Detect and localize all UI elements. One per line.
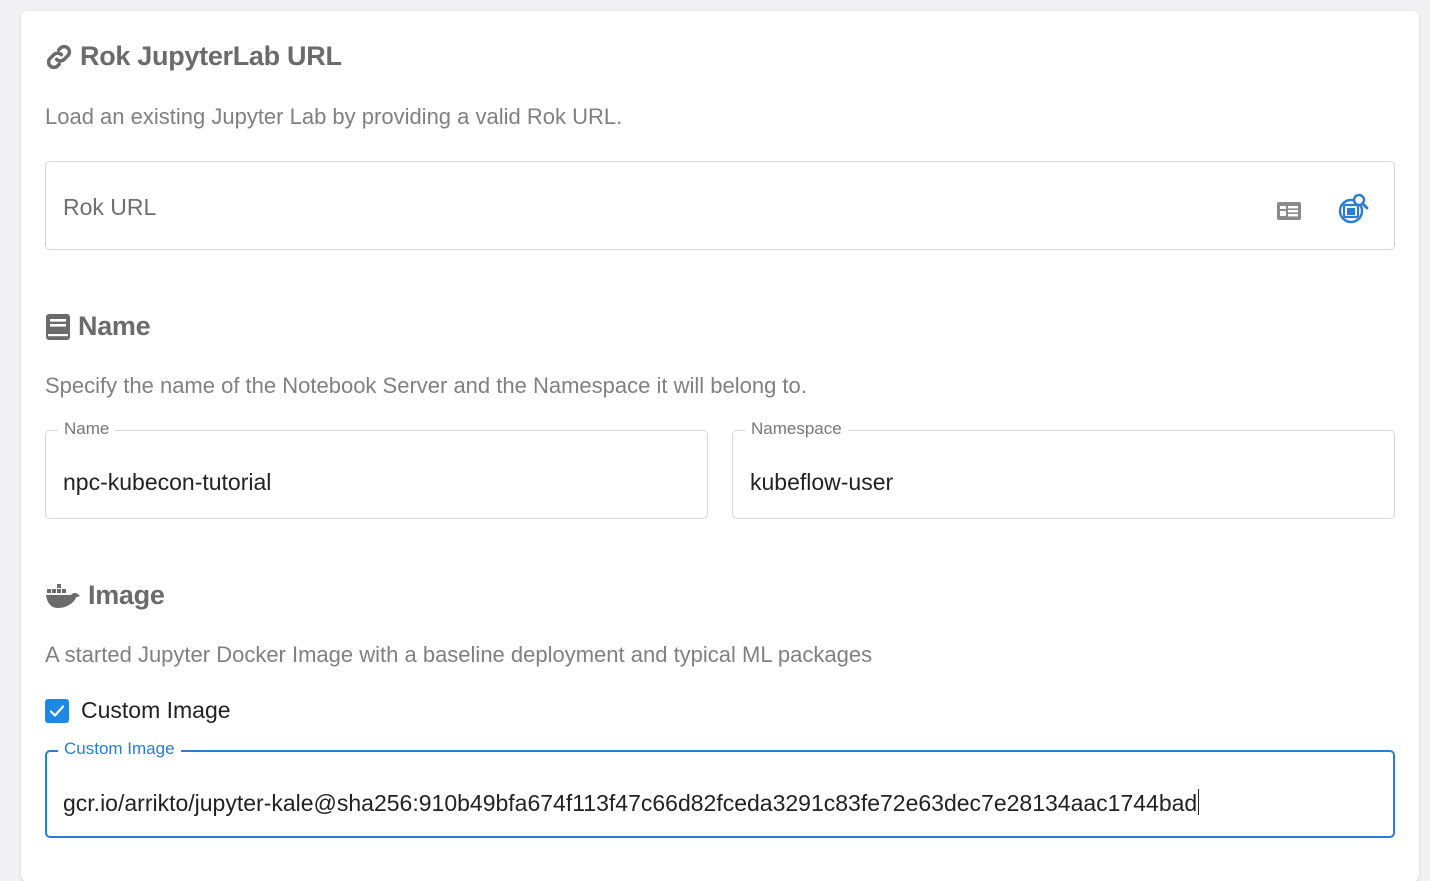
name-field[interactable]: Name npc-kubecon-tutorial	[45, 419, 708, 519]
name-section-description: Specify the name of the Notebook Server …	[45, 373, 807, 398]
name-field-value: npc-kubecon-tutorial	[63, 469, 272, 495]
text-cursor	[1198, 789, 1200, 815]
image-section-description: A started Jupyter Docker Image with a ba…	[45, 642, 873, 667]
image-section-title-text: Image	[88, 580, 165, 610]
custom-image-field-label: Custom Image	[58, 739, 181, 759]
custom-image-field-value-wrap: gcr.io/arrikto/jupyter-kale@sha256:910b4…	[63, 789, 1200, 817]
custom-image-field-value: gcr.io/arrikto/jupyter-kale@sha256:910b4…	[63, 790, 1198, 816]
custom-image-checkbox-label[interactable]: Custom Image	[81, 697, 231, 724]
namespace-field-value: kubeflow-user	[750, 469, 894, 495]
custom-image-checkbox[interactable]	[45, 699, 69, 723]
rok-section-title: Rok JupyterLab URL	[45, 41, 342, 72]
rok-section-title-text: Rok JupyterLab URL	[80, 41, 342, 71]
rok-url-placeholder: Rok URL	[63, 194, 157, 220]
notebook-form-card: Rok JupyterLab URL Load an existing Jupy…	[21, 11, 1419, 881]
namespace-field[interactable]: Namespace kubeflow-user	[732, 419, 1395, 519]
link-icon	[45, 43, 73, 71]
image-section-title: Image	[45, 580, 165, 611]
custom-image-input[interactable]: Custom Image gcr.io/arrikto/jupyter-kale…	[45, 739, 1395, 838]
rok-search-icon[interactable]	[1334, 190, 1372, 226]
id-card-icon[interactable]	[1274, 198, 1304, 224]
name-section-title: Name	[45, 311, 151, 342]
name-field-label: Name	[58, 419, 116, 439]
checkmark-icon	[49, 705, 65, 717]
namespace-field-label: Namespace	[745, 419, 848, 439]
book-icon	[45, 313, 71, 341]
name-section-title-text: Name	[78, 311, 151, 341]
docker-icon	[45, 582, 81, 610]
rok-url-input[interactable]: Rok URL	[45, 161, 1395, 250]
rok-section-description: Load an existing Jupyter Lab by providin…	[45, 104, 623, 129]
